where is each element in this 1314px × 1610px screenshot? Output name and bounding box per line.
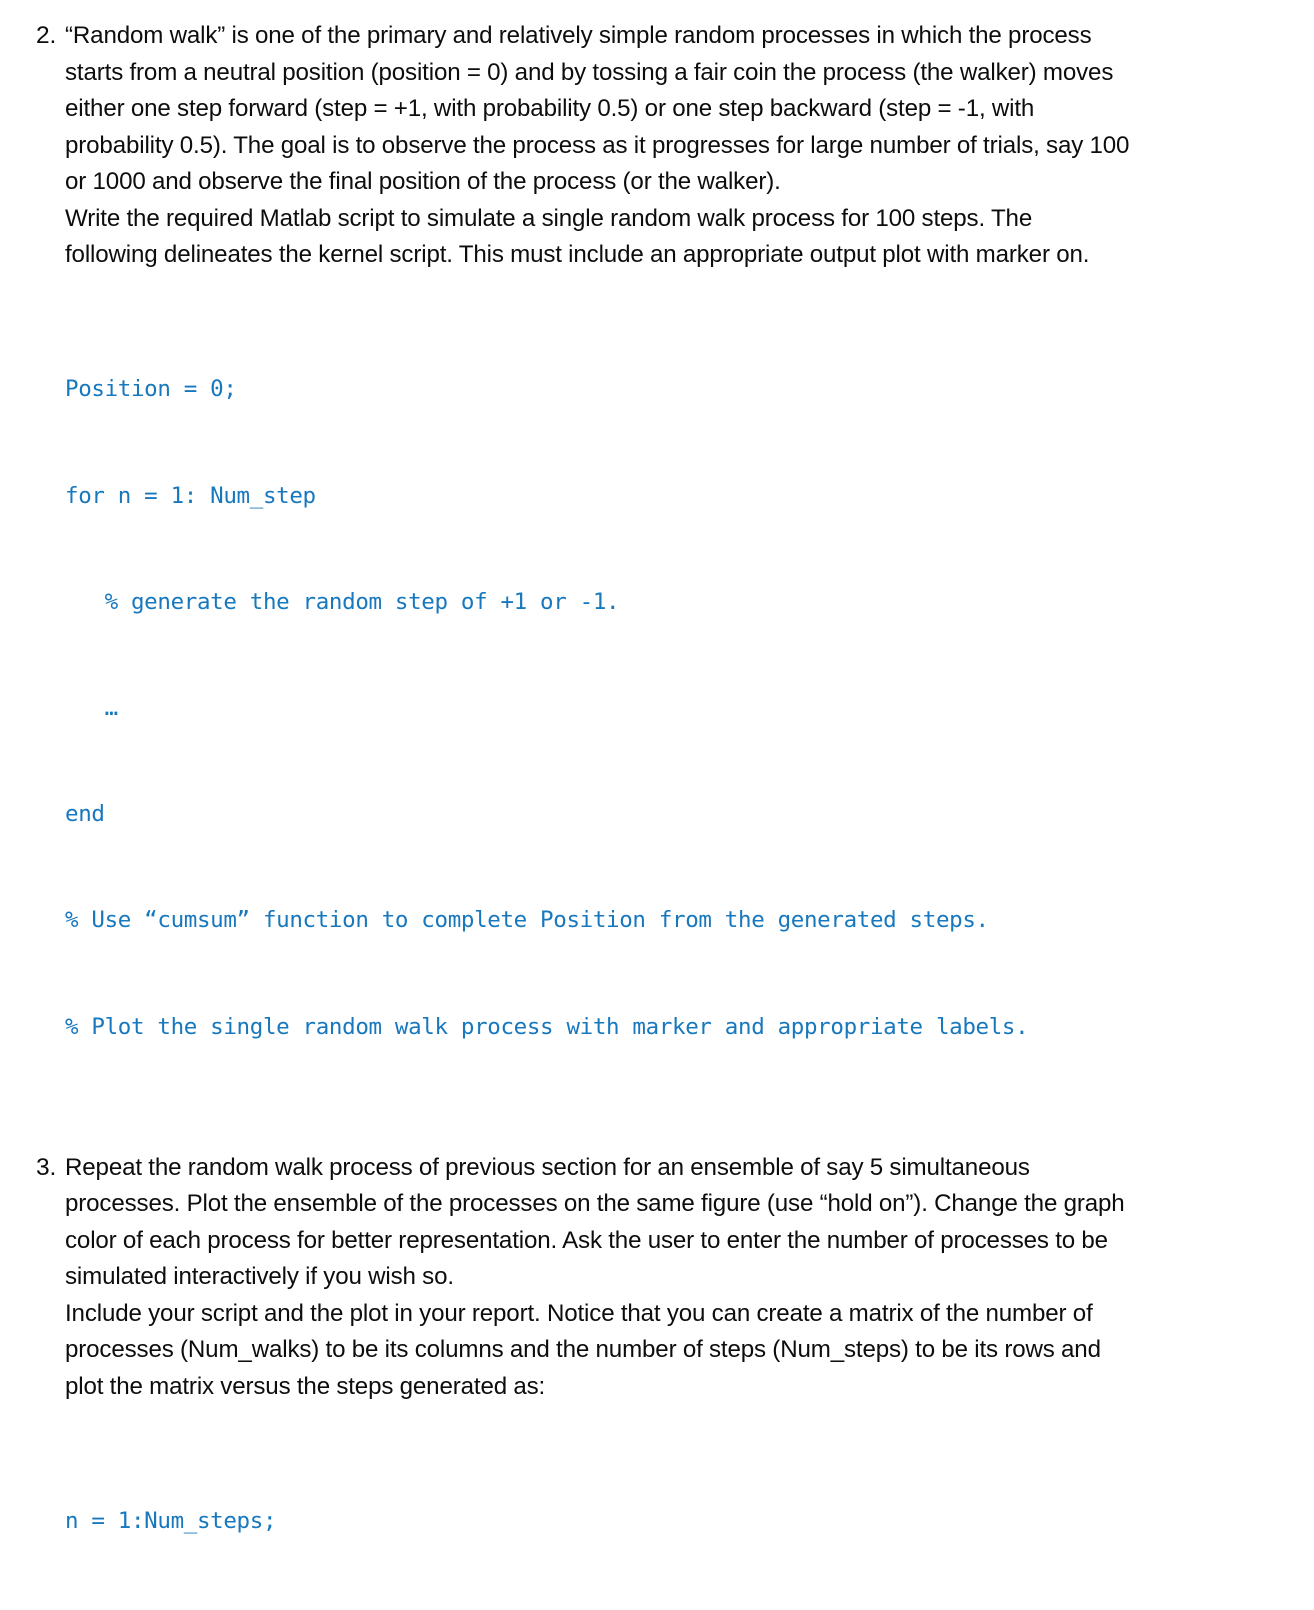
code-line: Position = 0; xyxy=(65,376,237,403)
paragraph: Include your script and the plot in your… xyxy=(65,1299,1101,1400)
paragraph: “Random walk” is one of the primary and … xyxy=(65,22,1130,195)
paragraph: Repeat the random walk process of previo… xyxy=(65,1153,1125,1291)
code-line: end xyxy=(65,801,105,828)
code-line: for n = 1: Num_step xyxy=(65,482,316,509)
list-item-number: 3. xyxy=(36,1153,57,1181)
paragraph: Write the required Matlab script to simu… xyxy=(65,204,1090,269)
code-line: n = 1:Num_steps; xyxy=(65,1508,277,1535)
code-line: % Plot the single random walk process wi… xyxy=(65,1013,1029,1040)
code-line: % generate the random step of +1 or -1. xyxy=(65,588,620,615)
code-block: n = 1:Num_steps; xyxy=(65,1433,1296,1610)
document-page: 2. “Random walk” is one of the primary a… xyxy=(0,0,1314,1534)
code-block: Position = 0; for n = 1: Num_step % gene… xyxy=(65,302,1296,1116)
list-item-body: “Random walk” is one of the primary and … xyxy=(65,18,1296,1116)
list-item: 2. “Random walk” is one of the primary a… xyxy=(18,18,1296,1116)
list-item: 3. Repeat the random walk process of pre… xyxy=(18,1150,1296,1610)
list-item-body: Repeat the random walk process of previo… xyxy=(65,1150,1296,1610)
code-line: % Use “cumsum” function to complete Posi… xyxy=(65,907,989,934)
list-item-number: 2. xyxy=(36,22,57,49)
code-line: … xyxy=(65,694,119,721)
